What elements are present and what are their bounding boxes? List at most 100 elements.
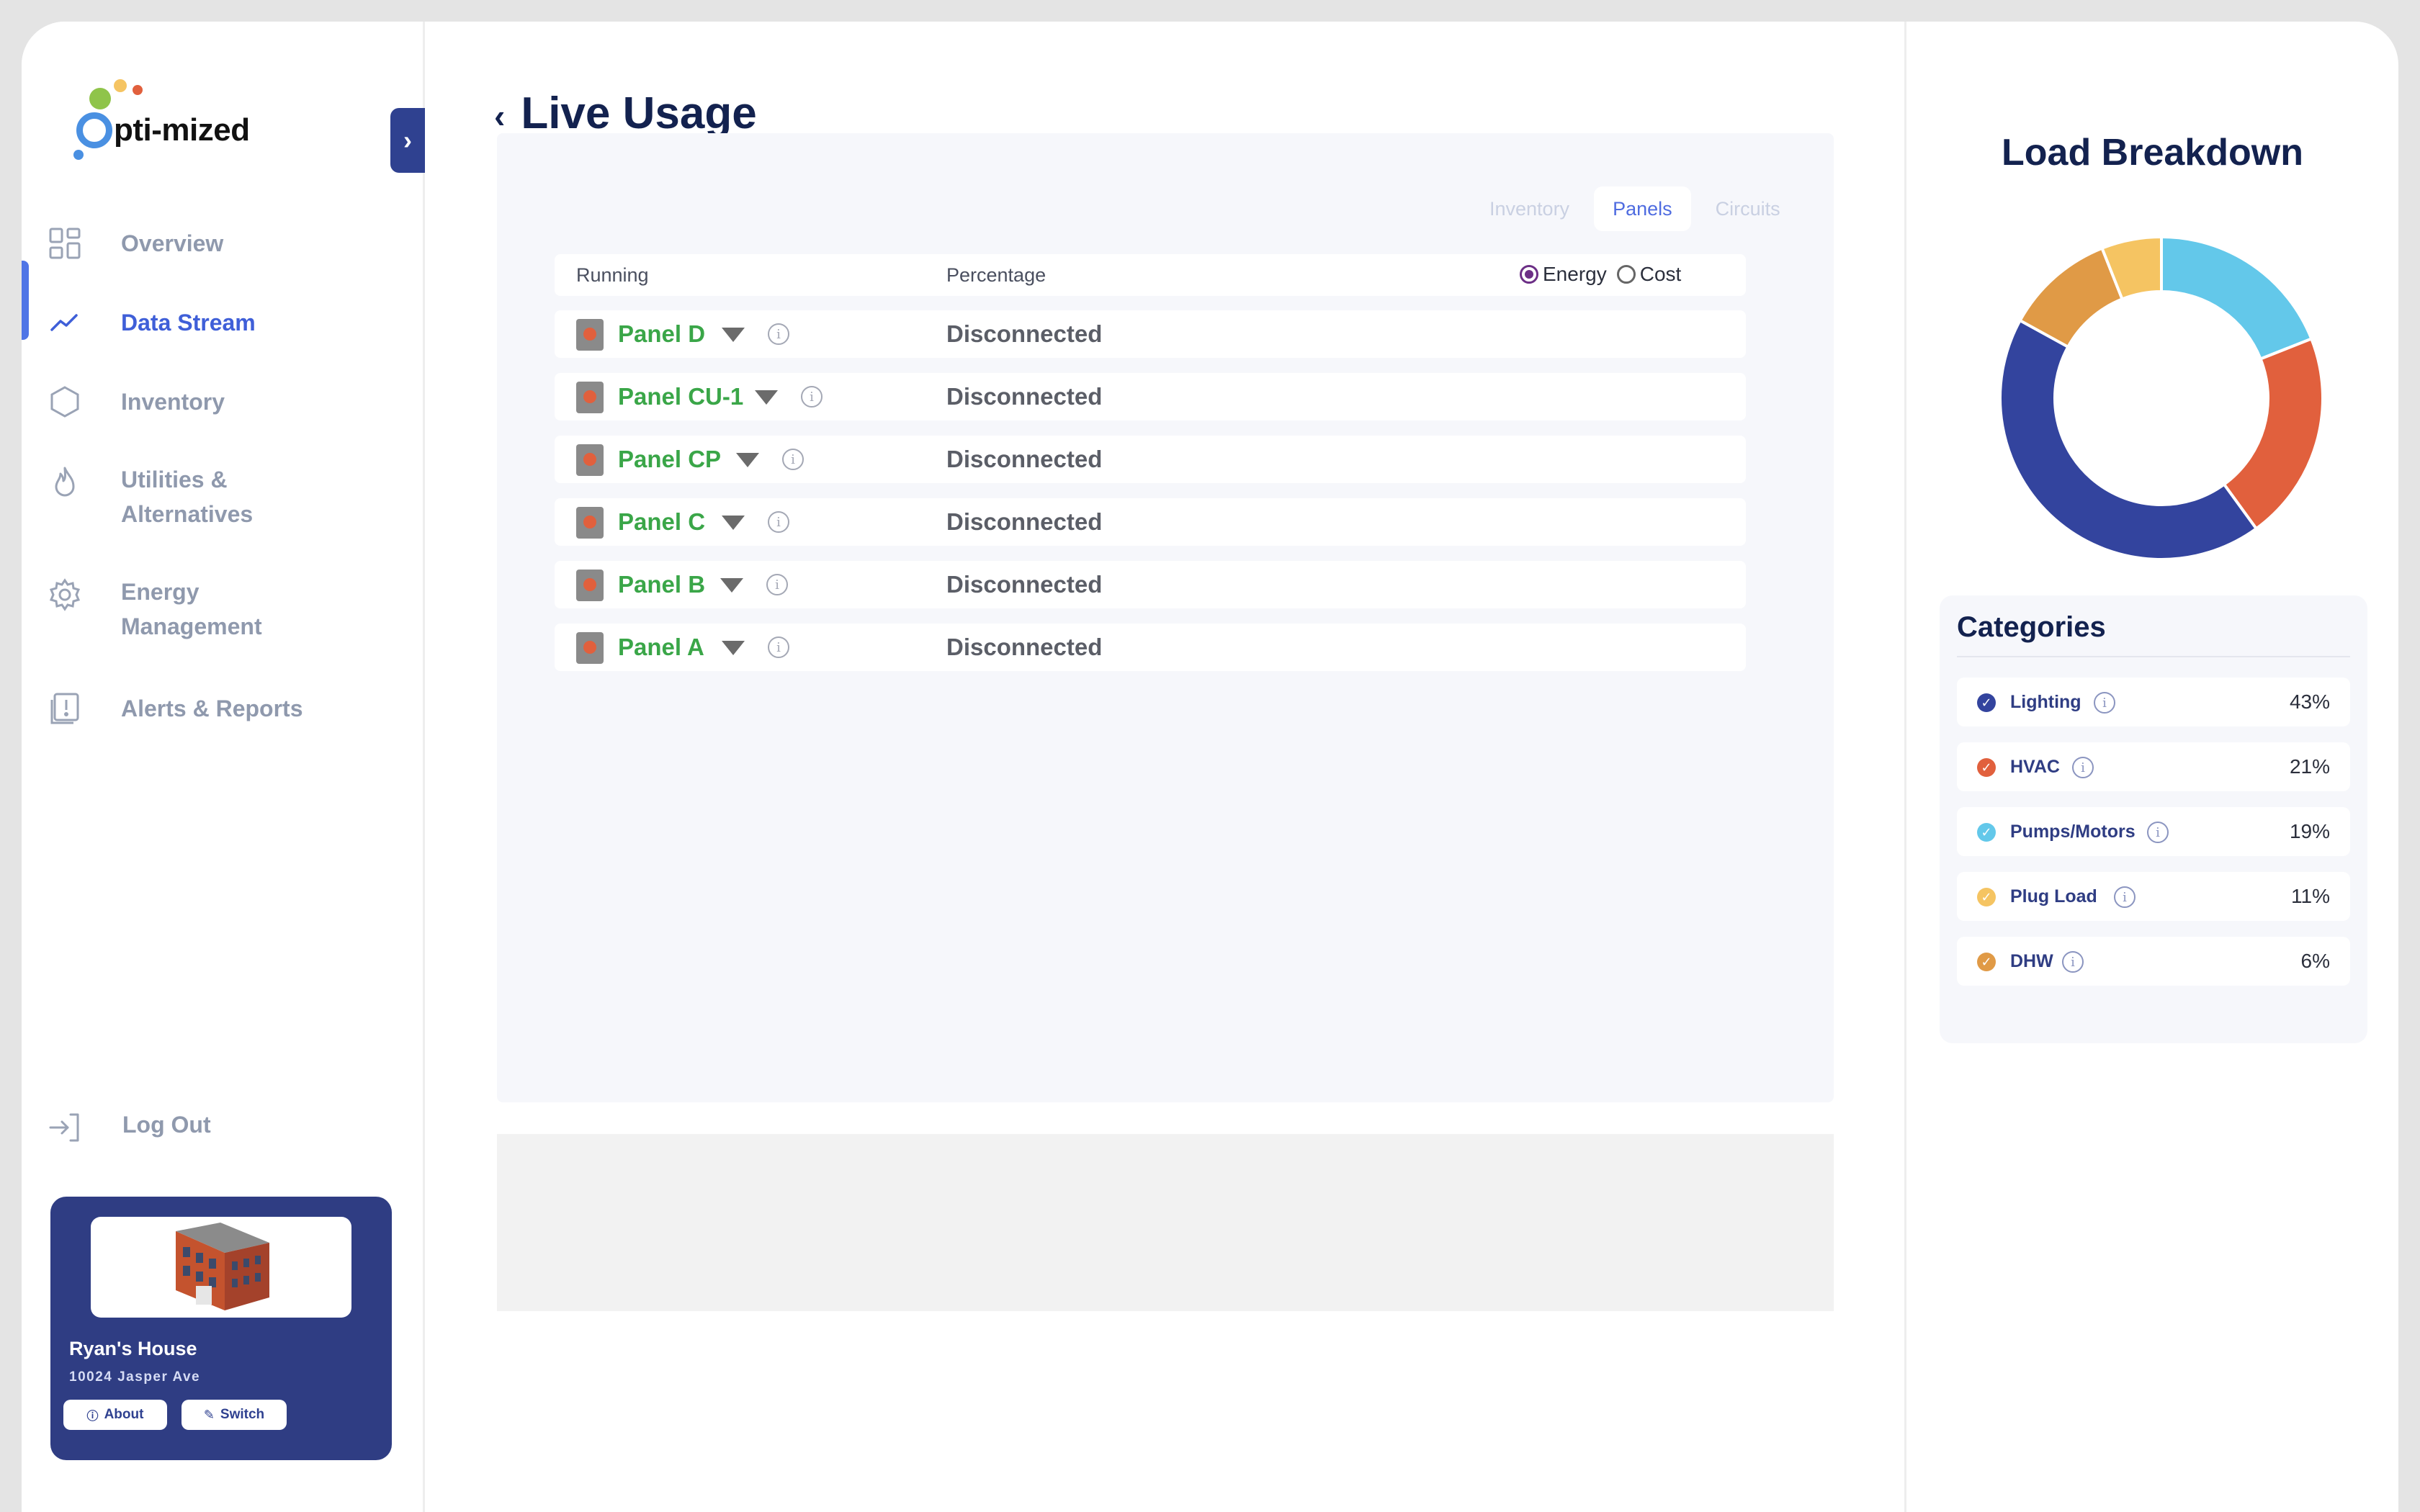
building-image — [91, 1217, 351, 1318]
sidebar-item-label: Inventory — [121, 389, 225, 415]
category-row-plug-load[interactable]: ✓ Plug Load i 11% — [1957, 872, 2350, 921]
panel-status: Disconnected — [946, 508, 1103, 535]
table-header: Running Percentage Energy Cost — [555, 254, 1746, 296]
check-circle-icon[interactable]: ✓ — [1977, 693, 1996, 712]
panel-name[interactable]: Panel D — [618, 320, 705, 348]
chart-placeholder — [497, 1134, 1834, 1311]
caret-down-icon[interactable] — [755, 390, 778, 405]
info-icon[interactable]: i — [768, 323, 789, 345]
sidebar-item-energy-management[interactable]: Energy Management — [22, 575, 423, 647]
pencil-icon: ✎ — [203, 1407, 215, 1422]
caret-down-icon[interactable] — [736, 453, 759, 467]
category-percent: 6% — [2300, 950, 2330, 972]
sidebar-collapse-button[interactable]: › — [390, 108, 425, 173]
donut-slice-hvac[interactable] — [2222, 336, 2324, 531]
sidebar-item-label: Alerts & Reports — [121, 696, 303, 721]
tab-inventory[interactable]: Inventory — [1471, 186, 1588, 231]
sidebar-item-alerts-reports[interactable]: Alerts & Reports — [22, 688, 423, 729]
switch-label: Switch — [220, 1407, 265, 1422]
category-percent: 19% — [2289, 820, 2330, 842]
energy-radio[interactable]: Energy — [1520, 263, 1607, 286]
caret-down-icon[interactable] — [720, 578, 743, 593]
check-circle-icon[interactable]: ✓ — [1977, 758, 1996, 777]
info-icon[interactable]: i — [2147, 822, 2169, 843]
brand-logo[interactable]: pti-mized — [48, 58, 264, 166]
info-icon[interactable]: i — [768, 636, 789, 658]
table-row: Panel CU-1 i Disconnected — [555, 373, 1746, 420]
category-name: Lighting — [2010, 692, 2081, 712]
info-icon[interactable]: i — [2062, 951, 2084, 973]
switch-button[interactable]: ✎ Switch — [182, 1400, 287, 1430]
hexagon-icon — [48, 384, 82, 419]
category-row-lighting[interactable]: ✓ Lighting i 43% — [1957, 678, 2350, 726]
info-icon[interactable]: i — [766, 574, 788, 595]
back-chevron-icon[interactable]: ‹ — [494, 96, 505, 135]
unit-radio-group: Energy Cost — [1520, 263, 1681, 286]
grid-icon — [48, 226, 82, 261]
trend-line-icon — [48, 305, 82, 340]
load-breakdown-title: Load Breakdown — [2002, 132, 2303, 174]
sidebar-item-overview[interactable]: Overview — [22, 223, 423, 264]
chevron-right-icon: › — [403, 125, 412, 155]
info-icon[interactable]: i — [2072, 757, 2094, 778]
divider — [1957, 656, 2350, 657]
cost-radio[interactable]: Cost — [1616, 263, 1682, 286]
category-row-pumps-motors[interactable]: ✓ Pumps/Motors i 19% — [1957, 807, 2350, 856]
info-icon[interactable]: i — [2094, 692, 2115, 714]
load-breakdown-donut-chart — [1999, 235, 2324, 561]
about-label: About — [104, 1407, 144, 1422]
info-icon[interactable]: i — [768, 511, 789, 533]
energy-radio-label: Energy — [1543, 263, 1607, 285]
check-circle-icon[interactable]: ✓ — [1977, 888, 1996, 906]
panel-name[interactable]: Panel A — [618, 634, 704, 661]
page-title: ‹ Live Usage — [494, 88, 757, 139]
brand-name: pti-mized — [114, 112, 250, 148]
panel-name[interactable]: Panel C — [618, 508, 705, 536]
category-row-dhw[interactable]: ✓ DHW i 6% — [1957, 937, 2350, 986]
category-row-hvac[interactable]: ✓ HVAC i 21% — [1957, 742, 2350, 791]
category-percent: 43% — [2289, 690, 2330, 713]
cost-radio-label: Cost — [1639, 263, 1682, 285]
divider — [1904, 22, 1906, 1512]
info-icon[interactable]: i — [801, 386, 823, 408]
caret-down-icon[interactable] — [722, 328, 745, 342]
table-row: Panel A i Disconnected — [555, 624, 1746, 671]
sidebar-item-label: Energy Management — [121, 579, 262, 639]
column-header-percentage: Percentage — [946, 264, 1047, 286]
caret-down-icon[interactable] — [722, 516, 745, 530]
panel-status: Disconnected — [946, 383, 1103, 410]
sidebar: pti-mized › Overview Data Stream Invento… — [22, 22, 425, 1512]
panel-name[interactable]: Panel B — [618, 571, 705, 598]
status-indicator-icon — [576, 507, 604, 539]
status-indicator-icon — [576, 570, 604, 601]
about-button[interactable]: ⓘ About — [63, 1400, 167, 1430]
category-name: HVAC — [2010, 757, 2060, 777]
panel-name[interactable]: Panel CU-1 — [618, 383, 743, 410]
panel-name[interactable]: Panel CP — [618, 446, 721, 473]
info-icon[interactable]: i — [782, 449, 804, 470]
building-address: 10024 Jasper Ave — [69, 1369, 201, 1385]
donut-slice-lighting[interactable] — [1999, 318, 2259, 561]
logout-label: Log Out — [122, 1112, 211, 1138]
sidebar-item-inventory[interactable]: Inventory — [22, 382, 423, 422]
caret-down-icon[interactable] — [722, 641, 745, 655]
tab-panels[interactable]: Panels — [1594, 186, 1691, 231]
logout-icon — [48, 1110, 82, 1145]
tab-circuits[interactable]: Circuits — [1697, 186, 1799, 231]
donut-slice-pumps-motors[interactable] — [2160, 235, 2313, 361]
logout-button[interactable]: Log Out — [22, 1107, 423, 1151]
view-tabs: Inventory Panels Circuits — [1471, 186, 1799, 231]
info-icon[interactable]: i — [2114, 886, 2136, 908]
report-alert-icon — [48, 691, 82, 726]
sidebar-item-utilities[interactable]: Utilities & Alternatives — [22, 462, 423, 534]
check-circle-icon[interactable]: ✓ — [1977, 953, 1996, 971]
status-indicator-icon — [576, 319, 604, 351]
category-percent: 21% — [2289, 755, 2330, 778]
check-circle-icon[interactable]: ✓ — [1977, 823, 1996, 842]
table-row: Panel B i Disconnected — [555, 561, 1746, 608]
gear-icon — [48, 577, 82, 612]
status-indicator-icon — [576, 632, 604, 664]
flame-icon — [48, 465, 82, 500]
sidebar-item-data-stream[interactable]: Data Stream — [22, 302, 423, 343]
sidebar-item-label: Data Stream — [121, 310, 256, 336]
